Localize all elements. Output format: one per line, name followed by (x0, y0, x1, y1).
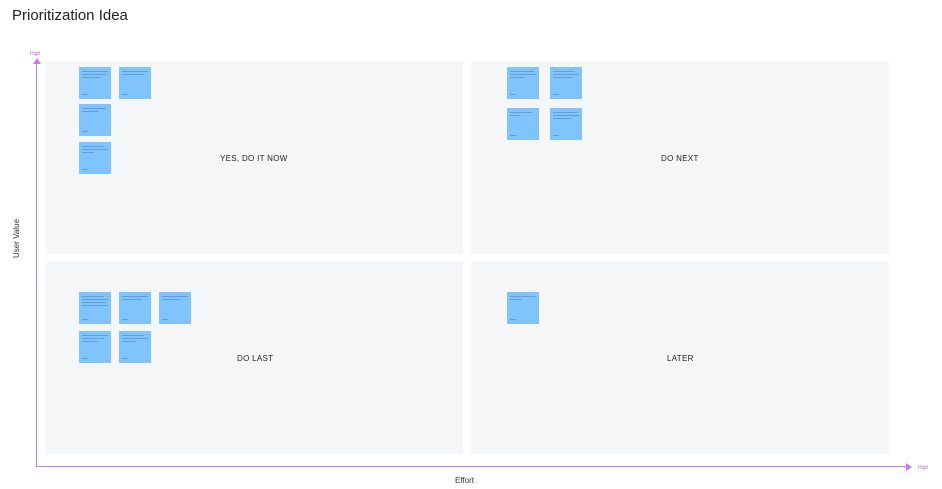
quadrant-later: LATER (471, 261, 889, 454)
x-axis-line (36, 466, 908, 467)
sticky-note[interactable] (79, 67, 111, 99)
page-title: Prioritization Idea (12, 7, 128, 24)
y-axis-arrow (33, 58, 41, 64)
quadrant-label: DO LAST (237, 354, 274, 363)
sticky-note[interactable] (550, 67, 582, 99)
sticky-note[interactable] (550, 108, 582, 140)
y-axis-high-label: High (30, 51, 41, 57)
sticky-note[interactable] (119, 67, 151, 99)
x-axis-high-label: High (918, 465, 929, 471)
y-axis-label: User Value (12, 219, 21, 258)
quadrant-do-it-now: YES, DO IT NOW (46, 61, 463, 254)
quadrant-do-last: DO LAST (46, 261, 463, 454)
sticky-note[interactable] (507, 292, 539, 324)
x-axis-label: Effort (455, 476, 474, 485)
sticky-note[interactable] (119, 331, 151, 363)
y-axis-line (36, 62, 37, 467)
sticky-note[interactable] (79, 142, 111, 174)
quadrant-label: YES, DO IT NOW (220, 154, 288, 163)
sticky-note[interactable] (507, 108, 539, 140)
sticky-note[interactable] (79, 104, 111, 136)
sticky-note[interactable] (159, 292, 191, 324)
quadrant-label: LATER (667, 354, 694, 363)
x-axis-arrow (906, 463, 912, 471)
quadrant-do-next: DO NEXT (471, 61, 889, 254)
quadrant-label: DO NEXT (661, 154, 699, 163)
sticky-note[interactable] (119, 292, 151, 324)
sticky-note[interactable] (507, 67, 539, 99)
sticky-note[interactable] (79, 331, 111, 363)
sticky-note[interactable] (79, 292, 111, 324)
